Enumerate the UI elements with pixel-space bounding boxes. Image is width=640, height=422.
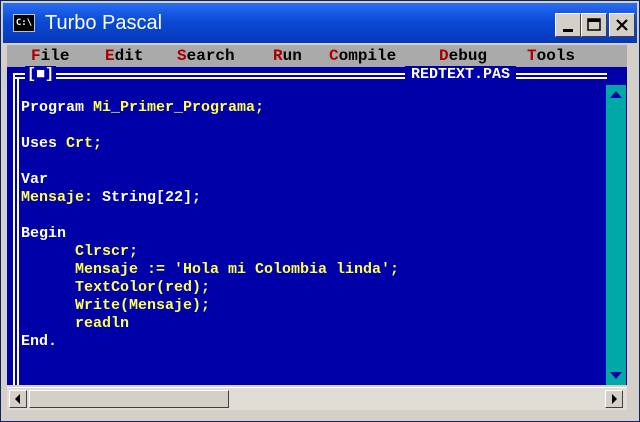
window-title: Turbo Pascal: [45, 12, 163, 34]
arrow-right-icon: [612, 394, 617, 404]
code-line: Clrscr;: [21, 243, 139, 260]
code-line: Var: [21, 171, 49, 188]
close-icon: [616, 19, 628, 31]
close-button[interactable]: [609, 13, 635, 37]
window-right-edge: [627, 45, 639, 387]
scroll-right-button[interactable]: [605, 390, 623, 408]
horizontal-scrollbar[interactable]: [7, 387, 627, 410]
arrow-down-icon: [610, 372, 622, 379]
maximize-icon: [587, 18, 601, 31]
code-line: readln: [21, 315, 130, 332]
dos-console[interactable]: File Edit Search Run Compile Debug Tools…: [7, 45, 627, 385]
menu-file[interactable]: File: [31, 47, 69, 65]
minimize-icon: [563, 29, 573, 32]
scroll-down-button[interactable]: [606, 367, 626, 385]
maximize-button[interactable]: [581, 13, 607, 37]
menu-search[interactable]: Search: [177, 47, 235, 65]
scroll-up-button[interactable]: [606, 85, 626, 103]
horizontal-scroll-thumb[interactable]: [29, 390, 229, 408]
code-line: Begin: [21, 225, 67, 242]
arrow-up-icon: [610, 91, 622, 98]
menu-edit[interactable]: Edit: [105, 47, 143, 65]
menu-bar: File Edit Search Run Compile Debug Tools: [7, 45, 627, 67]
code-line: TextColor(red);: [21, 279, 211, 296]
code-line: End.: [21, 333, 58, 350]
vertical-scrollbar[interactable]: [606, 85, 626, 385]
minimize-button[interactable]: [555, 13, 581, 37]
code-line: Uses Crt;: [21, 135, 103, 152]
menu-run[interactable]: Run: [273, 47, 302, 65]
code-line: Program Mi_Primer_Programa;: [21, 99, 265, 116]
code-line: Mensaje: String[22];: [21, 189, 202, 206]
arrow-left-icon: [15, 394, 20, 404]
frame-left-line-2: [17, 77, 19, 385]
code-line: Mensaje := 'Hola mi Colombia linda';: [21, 261, 400, 278]
frame-top-line-2: [13, 77, 607, 79]
resize-corner: [627, 387, 639, 421]
scroll-left-button[interactable]: [9, 390, 27, 408]
title-bar[interactable]: C:\ Turbo Pascal: [3, 3, 637, 43]
turbo-pascal-window: C:\ Turbo Pascal File Edit Search Run Co…: [0, 0, 640, 422]
menu-debug[interactable]: Debug: [439, 47, 487, 65]
editor-close-box[interactable]: [■]: [25, 66, 57, 84]
editor-filename: REDTEXT.PAS: [405, 66, 517, 84]
frame-left-line: [13, 73, 15, 385]
menu-tools[interactable]: Tools: [527, 47, 575, 65]
code-line: Write(Mensaje);: [21, 297, 211, 314]
frame-top-line: [13, 73, 607, 75]
dos-app-icon[interactable]: C:\: [13, 14, 35, 32]
menu-compile[interactable]: Compile: [329, 47, 396, 65]
